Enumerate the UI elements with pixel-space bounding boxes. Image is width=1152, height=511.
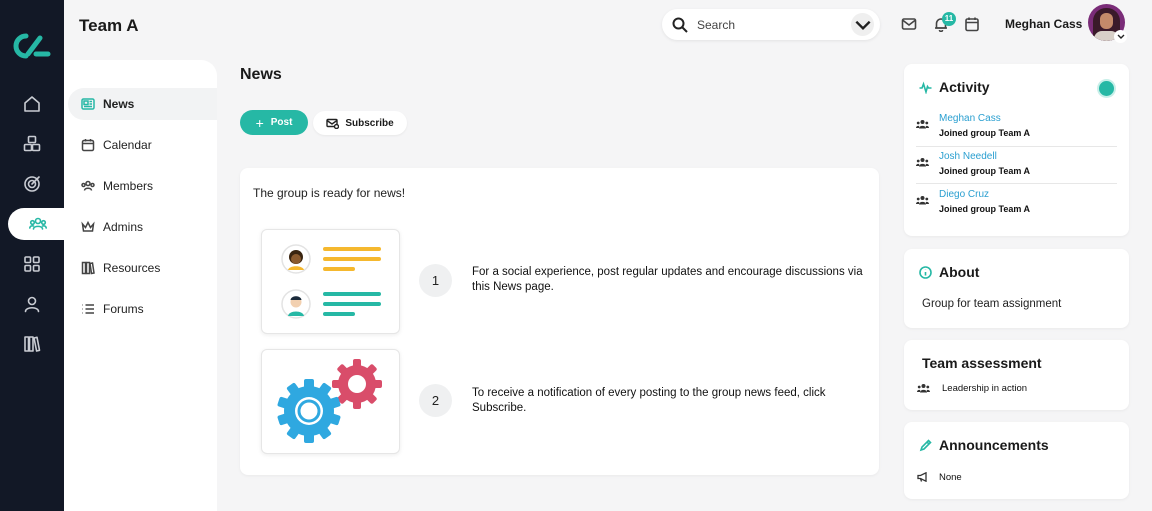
sidebar-item-members[interactable]: Members [68,170,217,202]
crown-icon [81,220,95,232]
news-empty-state-card: The group is ready for news! 1 For a soc… [240,168,879,475]
activity-description: Joined group Team A [939,128,1031,138]
rail-target-button[interactable] [0,168,64,200]
sidebar-item-label: Forums [103,302,144,316]
activity-item: Diego Cruz Joined group Team A [916,189,1117,226]
team-assessment-title: Team assessment [922,355,1042,371]
members-icon [81,180,95,191]
sidebar-item-forums[interactable]: Forums [68,293,217,325]
search-bar[interactable] [662,9,880,40]
step-number: 2 [419,384,452,417]
group-icon [916,158,929,167]
group-icon [916,120,929,129]
ready-message: The group is ready for news! [253,186,406,200]
step-number: 1 [419,264,452,297]
target-icon [24,176,40,192]
rail-library-button[interactable] [0,328,64,360]
rail-home-button[interactable] [0,88,64,120]
calendar-button[interactable] [964,16,980,32]
step-text: For a social experience, post regular up… [472,266,863,293]
divider [916,183,1117,184]
sidebar-item-calendar[interactable]: Calendar [68,129,217,161]
chevron-down-icon [1117,34,1124,39]
grid-icon [24,256,40,272]
rail-groups-button[interactable] [8,208,68,240]
cubes-icon [23,135,41,152]
mail-icon [901,18,917,30]
avatar-menu-toggle[interactable] [1114,30,1127,43]
calendar-icon [965,17,979,32]
left-rail [0,0,68,511]
rail-grid-button[interactable] [0,248,64,280]
subscribe-button[interactable]: Subscribe [313,111,407,135]
sidebar-item-label: Members [103,179,154,193]
announcements-title: Announcements [939,437,1049,453]
info-icon [919,266,932,279]
sidebar-item-label: Calendar [103,138,152,152]
sidebar-item-news[interactable]: News [68,88,217,120]
search-scope-dropdown[interactable] [851,13,874,36]
home-icon [24,96,40,112]
group-icon [29,217,47,230]
news-icon [81,98,95,110]
sidebar-item-resources[interactable]: Resources [68,252,217,284]
about-text: Group for team assignment [922,298,1062,310]
app-logo-icon[interactable] [12,32,52,60]
library-icon [24,336,41,352]
chevron-down-icon [854,20,871,30]
pulse-icon [919,81,932,95]
subscribe-icon [326,118,340,129]
sidebar-item-label: Admins [103,220,144,234]
announcements-text: None [939,472,962,483]
activity-title: Activity [939,79,990,95]
team-assessment-link[interactable]: Leadership in action [942,383,1027,394]
user-name[interactable]: Meghan Cass [1005,17,1082,31]
list-icon [82,304,94,314]
post-updates-illustration [261,229,400,334]
activity-user-link[interactable]: Meghan Cass [939,113,1001,124]
page-title: News [240,66,282,83]
post-button-label: Post [270,117,293,128]
post-button[interactable]: + Post [240,110,308,135]
about-card: About Group for team assignment [904,249,1129,328]
sidebar-item-label: Resources [103,261,161,275]
calendar-icon [81,139,95,152]
team-title: Team A [79,16,139,35]
rail-user-button[interactable] [0,288,64,320]
group-icon [916,196,929,205]
notification-badge: 11 [942,12,956,26]
megaphone-icon [917,472,927,482]
activity-item: Meghan Cass Joined group Team A [916,113,1117,150]
sidebar-item-admins[interactable]: Admins [68,211,217,243]
search-input[interactable] [697,17,845,32]
group-icon [917,384,930,393]
activity-description: Joined group Team A [939,166,1031,176]
activity-user-link[interactable]: Josh Needell [939,151,997,162]
subscribe-button-label: Subscribe [345,117,394,129]
user-icon [24,296,40,313]
activity-description: Joined group Team A [939,204,1031,214]
online-status-indicator [1099,81,1114,96]
team-assessment-card: Team assessment Leadership in action [904,340,1129,410]
books-icon [81,261,95,275]
plus-icon: + [255,114,264,131]
pencil-icon [919,439,932,452]
divider [916,146,1117,147]
people-posts-icon [281,244,381,319]
rail-cubes-button[interactable] [0,128,64,160]
messages-button[interactable] [901,16,917,32]
activity-card: Activity Meghan Cass Joined group Team A… [904,64,1129,236]
sidebar-item-label: News [103,97,135,111]
gears-icon [277,359,382,443]
activity-user-link[interactable]: Diego Cruz [939,189,989,200]
step-text: To receive a notification of every posti… [472,387,826,414]
search-icon [672,17,688,33]
announcements-card: Announcements None [904,422,1129,499]
gears-illustration [261,349,400,454]
about-title: About [939,264,980,280]
group-sidebar: News Calendar Members Admins Resources F… [64,60,217,511]
